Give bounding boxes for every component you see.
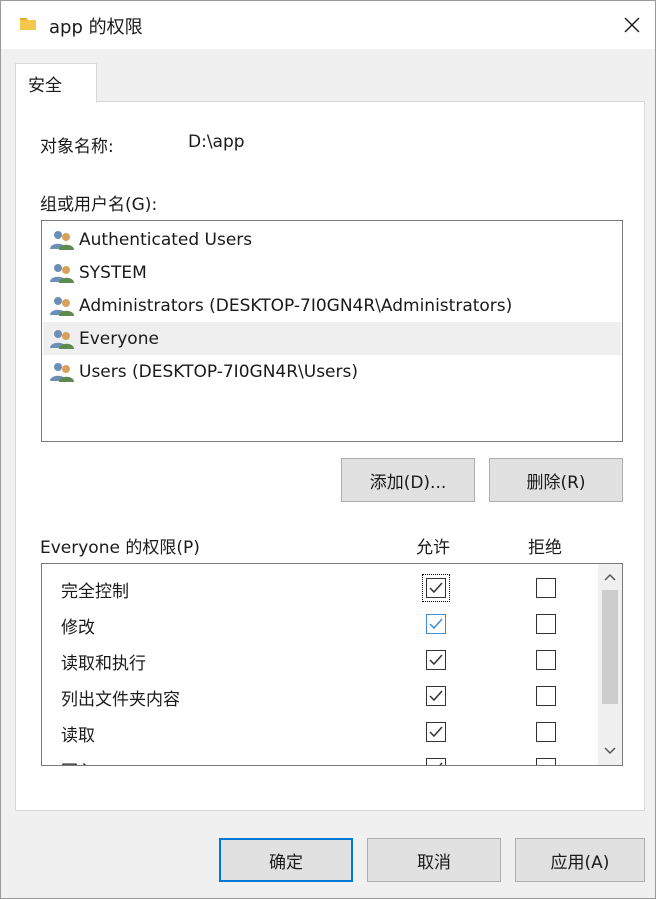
tab-security[interactable]: 安全 xyxy=(15,63,97,103)
list-item-system[interactable]: SYSTEM xyxy=(43,256,621,289)
checkmark-icon xyxy=(429,654,443,666)
scroll-thumb[interactable] xyxy=(602,590,618,704)
deny-checkbox[interactable] xyxy=(536,650,556,670)
allow-checkbox[interactable] xyxy=(422,574,450,602)
permission-row-read: 读取 xyxy=(42,714,598,750)
close-button[interactable] xyxy=(609,1,655,49)
list-item-label: Users (DESKTOP-7I0GN4R\Users) xyxy=(79,361,358,382)
deny-checkbox[interactable] xyxy=(536,614,556,634)
list-item-everyone[interactable]: Everyone xyxy=(43,322,621,355)
security-tab-panel: 对象名称: D:\app 组或用户名(G): Authenticated Use… xyxy=(15,101,645,811)
checkmark-icon xyxy=(429,690,443,702)
groups-listbox[interactable]: Authenticated Users SYSTEM Administrator… xyxy=(41,220,623,442)
permission-name: 写入 xyxy=(61,757,95,765)
folder-icon xyxy=(20,18,36,30)
cancel-button[interactable]: 取消 xyxy=(367,838,501,882)
checkmark-icon xyxy=(439,762,443,765)
remove-button[interactable]: 删除(R) xyxy=(489,458,623,502)
list-item-label: Everyone xyxy=(79,328,159,349)
scroll-down-button[interactable] xyxy=(598,740,622,762)
list-item-label: SYSTEM xyxy=(79,262,147,283)
permission-name: 列出文件夹内容 xyxy=(61,690,180,710)
groups-label: 组或用户名(G): xyxy=(40,195,158,215)
deny-checkbox[interactable] xyxy=(536,722,556,742)
checkmark-icon xyxy=(429,582,443,594)
permission-name: 完全控制 xyxy=(61,582,129,602)
add-button[interactable]: 添加(D)... xyxy=(341,458,475,502)
close-icon xyxy=(624,17,640,33)
title-bar: app 的权限 xyxy=(1,1,655,49)
permissions-label: Everyone 的权限(P) xyxy=(40,538,200,558)
permission-row-full-control: 完全控制 xyxy=(42,570,598,606)
list-item-label: Administrators (DESKTOP-7I0GN4R\Administ… xyxy=(79,295,513,316)
permission-row-modify: 修改 xyxy=(42,606,598,642)
permission-name: 修改 xyxy=(61,618,95,638)
allow-column-header: 允许 xyxy=(416,538,450,558)
permissions-dialog: app 的权限 安全 对象名称: D:\app 组或用户名(G): Authen… xyxy=(0,0,656,899)
permission-row-list-folder: 列出文件夹内容 xyxy=(42,678,598,714)
object-name-value: D:\app xyxy=(188,132,245,152)
deny-checkbox[interactable] xyxy=(536,758,556,765)
apply-button[interactable]: 应用(A) xyxy=(515,838,645,882)
allow-checkbox[interactable] xyxy=(426,722,446,742)
allow-checkbox[interactable] xyxy=(426,614,446,634)
deny-checkbox[interactable] xyxy=(536,578,556,598)
permission-name: 读取和执行 xyxy=(61,654,146,674)
allow-checkbox[interactable] xyxy=(426,758,446,765)
ok-button[interactable]: 确定 xyxy=(219,838,353,882)
user-group-icon xyxy=(50,296,74,316)
allow-checkbox[interactable] xyxy=(426,686,446,706)
list-item-label: Authenticated Users xyxy=(79,229,253,250)
chevron-up-icon xyxy=(604,573,616,581)
checkmark-icon xyxy=(429,726,443,738)
checkmark-icon xyxy=(429,618,443,630)
deny-column-header: 拒绝 xyxy=(528,538,562,558)
list-item-authenticated-users[interactable]: Authenticated Users xyxy=(43,223,621,256)
list-item-users[interactable]: Users (DESKTOP-7I0GN4R\Users) xyxy=(43,355,621,388)
permissions-list: 完全控制 修改 读取和执行 列出文件夹内容 读取 xyxy=(41,563,623,766)
permissions-scrollbar[interactable] xyxy=(598,564,622,765)
allow-checkbox[interactable] xyxy=(426,650,446,670)
window-title: app 的权限 xyxy=(49,17,143,38)
scroll-up-button[interactable] xyxy=(598,566,622,588)
user-group-icon xyxy=(50,263,74,283)
permission-row-read-execute: 读取和执行 xyxy=(42,642,598,678)
permission-row-write: 写入 xyxy=(42,750,598,765)
object-name-label: 对象名称: xyxy=(40,137,114,157)
list-item-administrators[interactable]: Administrators (DESKTOP-7I0GN4R\Administ… xyxy=(43,289,621,322)
user-group-icon xyxy=(50,362,74,382)
deny-checkbox[interactable] xyxy=(536,686,556,706)
user-group-icon xyxy=(50,329,74,349)
permission-name: 读取 xyxy=(61,726,95,746)
chevron-down-icon xyxy=(604,747,616,755)
user-group-icon xyxy=(50,230,74,250)
